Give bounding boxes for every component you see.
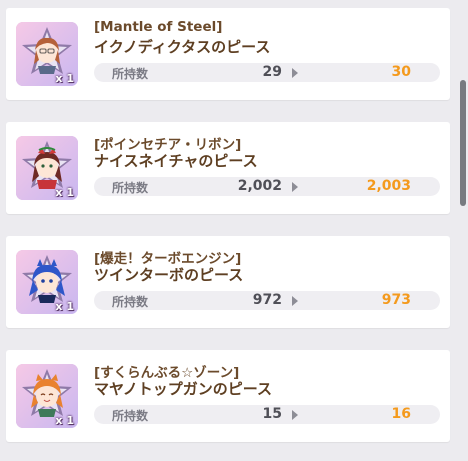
owned-count-label: 所持数: [112, 295, 149, 309]
piece-series-title: [Mantle of Steel]: [94, 19, 223, 35]
arrow-right-icon: [292, 68, 298, 78]
arrow-right-icon: [292, 410, 298, 420]
scrollbar-thumb[interactable]: [460, 80, 466, 206]
owned-count-value: 2,002: [237, 178, 282, 194]
piece-name: イクノディクタスのピース: [94, 38, 271, 56]
owned-count-label: 所持数: [112, 409, 149, 423]
arrow-right-icon: [292, 182, 298, 192]
owned-count-after-value: 973: [381, 292, 411, 308]
owned-count-row: 所持数 15 16: [94, 405, 444, 424]
quantity-label: x 1: [55, 414, 74, 427]
quantity-label: x 1: [55, 186, 74, 199]
owned-count-label: 所持数: [112, 67, 149, 81]
piece-card: x 1 [爆走！ターボエンジン] ツインターボのピース 所持数 972 973: [6, 236, 450, 328]
scrollbar-track[interactable]: [460, 0, 466, 461]
owned-count-value: 15: [262, 406, 282, 422]
owned-count-value: 972: [252, 292, 282, 308]
piece-card: x 1 [Mantle of Steel] イクノディクタスのピース 所持数 2…: [6, 8, 450, 100]
owned-count-after-value: 16: [391, 406, 411, 422]
character-piece-icon: x 1: [16, 22, 78, 86]
owned-count-row: 所持数 2,002 2,003: [94, 177, 444, 196]
owned-count-after-value: 30: [391, 64, 411, 80]
piece-list: x 1 [Mantle of Steel] イクノディクタスのピース 所持数 2…: [0, 0, 456, 461]
character-piece-icon: x 1: [16, 136, 78, 200]
quantity-label: x 1: [55, 72, 74, 85]
character-piece-icon: x 1: [16, 364, 78, 428]
owned-count-after-value: 2,003: [366, 178, 411, 194]
owned-count-row: 所持数 29 30: [94, 63, 444, 82]
quantity-label: x 1: [55, 300, 74, 313]
piece-card: x 1 [すくらんぶる☆ゾーン] マヤノトップガンのピース 所持数 15 16: [6, 350, 450, 442]
owned-count-value: 29: [262, 64, 282, 80]
owned-count-row: 所持数 972 973: [94, 291, 444, 310]
piece-name: マヤノトップガンのピース: [94, 380, 273, 398]
character-piece-icon: x 1: [16, 250, 78, 314]
piece-name: ツインターボのピース: [94, 266, 244, 284]
arrow-right-icon: [292, 296, 298, 306]
piece-name: ナイスネイチャのピース: [94, 152, 258, 170]
piece-card: x 1 [ポインセチア・リボン] ナイスネイチャのピース 所持数 2,002 2…: [6, 122, 450, 214]
owned-count-label: 所持数: [112, 181, 149, 195]
